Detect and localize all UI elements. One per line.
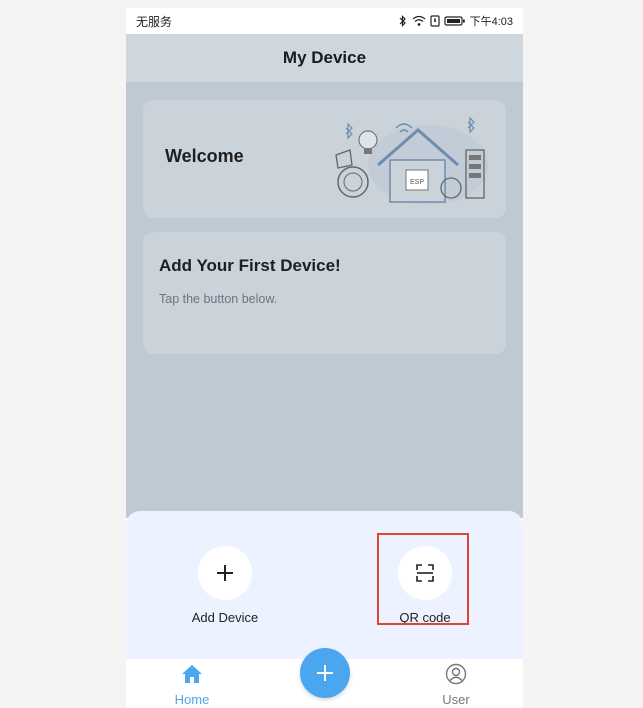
add-fab-button[interactable] <box>300 648 350 698</box>
smart-home-illustration: ESP <box>335 116 488 205</box>
welcome-title: Welcome <box>165 146 244 166</box>
home-icon <box>182 665 202 683</box>
plus-icon <box>217 565 233 581</box>
sim-icon <box>429 15 440 27</box>
first-device-title: Add Your First Device! <box>159 256 341 275</box>
plus-icon <box>317 665 333 681</box>
first-device-card: Add Your First Device! Tap the button be… <box>143 232 506 354</box>
wifi-icon <box>412 15 425 26</box>
device-list-area: Welcome ESP Add Your First Device! Tap t… <box>126 82 523 518</box>
add-device-label: Add Device <box>191 610 259 625</box>
esp-chip-label: ESP <box>410 179 424 186</box>
user-icon <box>445 663 467 685</box>
bluetooth-icon <box>399 15 406 27</box>
status-icons: 下午4:03 <box>398 13 513 29</box>
battery-icon <box>443 16 465 26</box>
tab-home[interactable]: Home <box>152 663 232 707</box>
add-device-button[interactable] <box>198 546 252 600</box>
tab-home-label: Home <box>174 692 210 707</box>
app-header: My Device <box>126 34 523 82</box>
add-device-option[interactable]: Add Device <box>170 546 280 626</box>
status-bar: 无服务 下午4:03 <box>126 8 523 34</box>
welcome-card: Welcome ESP <box>143 100 506 218</box>
carrier-text: 无服务 <box>136 14 173 29</box>
highlight-box <box>377 533 469 625</box>
tab-user-label: User <box>442 692 470 707</box>
status-time: 下午4:03 <box>469 16 513 28</box>
first-device-subtitle: Tap the button below. <box>159 292 278 306</box>
page-title: My Device <box>282 48 367 67</box>
tab-user[interactable]: User <box>416 663 496 707</box>
